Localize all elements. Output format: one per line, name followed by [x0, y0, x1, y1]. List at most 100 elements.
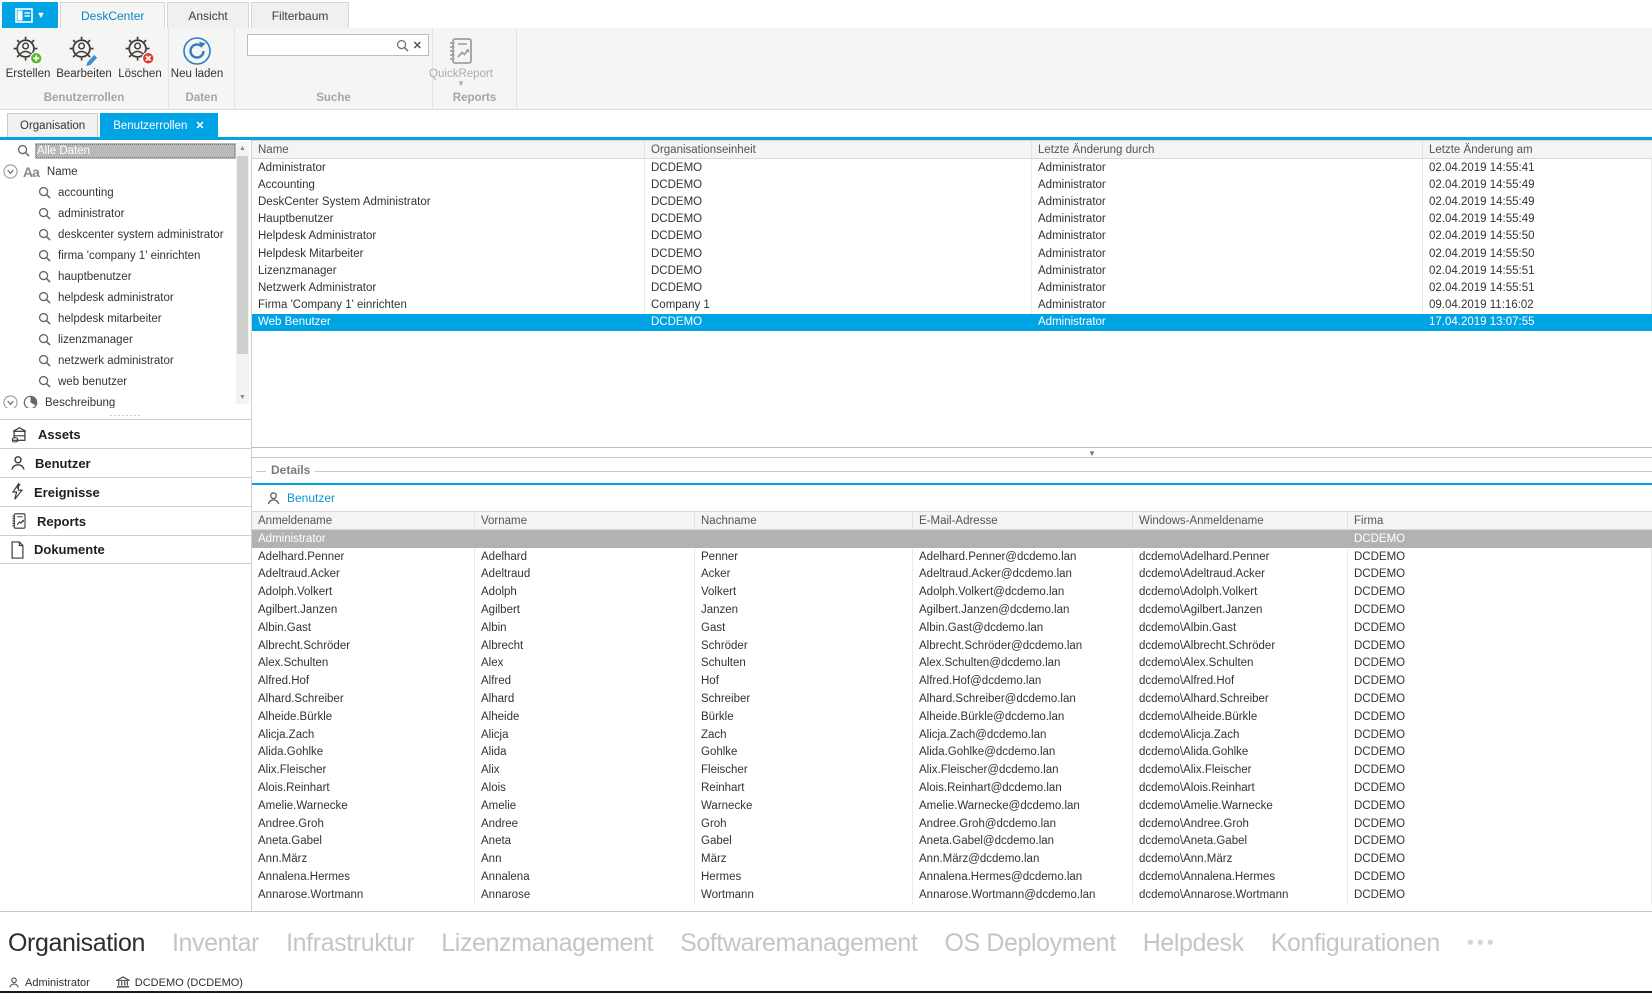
scroll-up-arrow-icon[interactable]: ▲ [236, 142, 249, 155]
module-nav-organisation[interactable]: Organisation [8, 929, 145, 958]
module-nav-os-deployment[interactable]: OS Deployment [944, 929, 1115, 958]
table-row[interactable]: Albin.GastAlbinGastAlbin.Gast@dcdemo.lan… [252, 619, 1652, 637]
tree-item-accounting[interactable]: accounting [0, 182, 236, 203]
ribbon-tab-filterbaum[interactable]: Filterbaum [251, 2, 350, 28]
expand-icon[interactable] [3, 164, 18, 179]
quickreport-button[interactable]: QuickReport▼ [433, 30, 489, 92]
group-row[interactable]: AdministratorDCDEMO [252, 530, 1652, 548]
neu-laden-button[interactable]: Neu laden [169, 30, 225, 92]
column-header-letzte-nderung-durch[interactable]: Letzte Änderung durch [1032, 141, 1423, 158]
module-nav-softwaremanagement[interactable]: Softwaremanagement [680, 929, 917, 958]
doc-tab-organisation[interactable]: Organisation [7, 113, 98, 137]
app-menu-button[interactable]: ▼ [2, 2, 58, 28]
sidebar-item-ereignisse[interactable]: Ereignisse [0, 477, 251, 506]
tree-item-lizenzmanager[interactable]: lizenzmanager [0, 329, 236, 350]
bearbeiten-button[interactable]: Bearbeiten [56, 30, 112, 92]
table-row[interactable]: Alicja.ZachAlicjaZachAlicja.Zach@dcdemo.… [252, 726, 1652, 744]
clear-search-icon[interactable]: ✕ [411, 39, 424, 52]
tree-item-deskcenter-system-administrator[interactable]: deskcenter system administrator [0, 224, 236, 245]
cell: DeskCenter System Administrator [252, 193, 645, 210]
module-nav-overflow[interactable]: ••• [1467, 932, 1497, 955]
details-splitter[interactable]: ▼ [252, 447, 1652, 458]
column-header-anmeldename[interactable]: Anmeldename [252, 512, 475, 529]
module-nav-infrastruktur[interactable]: Infrastruktur [286, 929, 414, 958]
table-row[interactable]: Ann.MärzAnnMärzAnn.März@dcdemo.landcdemo… [252, 850, 1652, 868]
column-header-e-mail-adresse[interactable]: E-Mail-Adresse [913, 512, 1133, 529]
löschen-button[interactable]: Löschen [112, 30, 168, 92]
table-row[interactable]: Aneta.GabelAnetaGabelAneta.Gabel@dcdemo.… [252, 833, 1652, 851]
search-icon[interactable] [394, 39, 411, 52]
doc-tab-benutzerrollen[interactable]: Benutzerrollen✕ [100, 113, 217, 137]
ribbon-toolbar: Erstellen Bearbeiten LöschenBenutzerroll… [0, 28, 1652, 110]
table-row[interactable]: AdministratorDCDEMOAdministrator02.04.20… [252, 159, 1652, 176]
table-row[interactable]: HauptbenutzerDCDEMOAdministrator02.04.20… [252, 211, 1652, 228]
tree-item-web-benutzer[interactable]: web benutzer [0, 371, 236, 392]
panel-splitter[interactable]: ········ [0, 410, 251, 419]
table-row[interactable]: Albrecht.SchröderAlbrechtSchröderAlbrech… [252, 637, 1652, 655]
table-row[interactable]: Adeltraud.AckerAdeltraudAckerAdeltraud.A… [252, 566, 1652, 584]
column-header-organisationseinheit[interactable]: Organisationseinheit [645, 141, 1032, 158]
table-row[interactable]: Helpdesk MitarbeiterDCDEMOAdministrator0… [252, 245, 1652, 262]
tree-item-helpdesk-administrator[interactable]: helpdesk administrator [0, 287, 236, 308]
table-row[interactable]: Firma 'Company 1' einrichtenCompany 1Adm… [252, 297, 1652, 314]
table-row[interactable]: AccountingDCDEMOAdministrator02.04.2019 … [252, 176, 1652, 193]
module-nav-konfigurationen[interactable]: Konfigurationen [1271, 929, 1440, 958]
sidebar-item-benutzer[interactable]: Benutzer [0, 448, 251, 477]
sidebar-item-assets[interactable]: Assets [0, 419, 251, 448]
table-row[interactable]: Helpdesk AdministratorDCDEMOAdministrato… [252, 228, 1652, 245]
ribbon-search-input[interactable] [252, 39, 394, 51]
table-row[interactable]: DeskCenter System AdministratorDCDEMOAdm… [252, 193, 1652, 210]
tree-item-firma-company-1-einrichten[interactable]: firma 'company 1' einrichten [0, 245, 236, 266]
tree-item-alle-daten[interactable]: Alle Daten [0, 140, 236, 161]
table-row[interactable]: LizenzmanagerDCDEMOAdministrator02.04.20… [252, 262, 1652, 279]
table-row[interactable]: Alfred.HofAlfredHofAlfred.Hof@dcdemo.lan… [252, 672, 1652, 690]
table-row[interactable]: Andree.GrohAndreeGrohAndree.Groh@dcdemo.… [252, 815, 1652, 833]
tree-item-name[interactable]: AaName [0, 161, 236, 182]
splitter-collapse-icon[interactable]: ▼ [1088, 449, 1096, 458]
table-row[interactable]: Alida.GohlkeAlidaGohlkeAlida.Gohlke@dcde… [252, 744, 1652, 762]
table-row[interactable]: Alois.ReinhartAloisReinhartAlois.Reinhar… [252, 779, 1652, 797]
module-nav-lizenzmanagement[interactable]: Lizenzmanagement [441, 929, 653, 958]
user-icon [8, 976, 20, 989]
column-header-nachname[interactable]: Nachname [695, 512, 913, 529]
column-header-firma[interactable]: Firma [1348, 512, 1652, 529]
tree-item-administrator[interactable]: administrator [0, 203, 236, 224]
tree-item-hauptbenutzer[interactable]: hauptbenutzer [0, 266, 236, 287]
module-nav-helpdesk[interactable]: Helpdesk [1143, 929, 1244, 958]
tree-item-helpdesk-mitarbeiter[interactable]: helpdesk mitarbeiter [0, 308, 236, 329]
table-row[interactable]: Amelie.WarneckeAmelieWarneckeAmelie.Warn… [252, 797, 1652, 815]
details-tab-benutzer[interactable]: Benutzer [252, 485, 1652, 511]
scroll-down-arrow-icon[interactable]: ▼ [236, 391, 249, 404]
cell: Alida.Gohlke [252, 744, 475, 762]
filter-tree: Alle DatenAaNameaccountingadministratord… [0, 140, 236, 408]
cell: Gohlke [695, 744, 913, 762]
column-header-vorname[interactable]: Vorname [475, 512, 695, 529]
tree-item-beschreibung[interactable]: Beschreibung [0, 392, 236, 408]
table-row[interactable]: Alhard.SchreiberAlhardSchreiberAlhard.Sc… [252, 690, 1652, 708]
tree-item-netzwerk-administrator[interactable]: netzwerk administrator [0, 350, 236, 371]
sidebar-item-dokumente[interactable]: Dokumente [0, 535, 251, 564]
module-nav-inventar[interactable]: Inventar [172, 929, 259, 958]
table-row[interactable]: Web BenutzerDCDEMOAdministrator17.04.201… [252, 314, 1652, 331]
table-row[interactable]: Adelhard.PennerAdelhardPennerAdelhard.Pe… [252, 548, 1652, 566]
expand-icon[interactable] [3, 395, 18, 408]
table-row[interactable]: Annalena.HermesAnnalenaHermesAnnalena.He… [252, 868, 1652, 886]
column-header-letzte-nderung-am[interactable]: Letzte Änderung am [1423, 141, 1652, 158]
close-tab-icon[interactable]: ✕ [195, 119, 204, 132]
table-row[interactable]: Alheide.BürkleAlheideBürkleAlheide.Bürkl… [252, 708, 1652, 726]
scrollbar-thumb[interactable] [237, 156, 248, 354]
table-row[interactable]: Alix.FleischerAlixFleischerAlix.Fleische… [252, 761, 1652, 779]
table-row[interactable]: Agilbert.JanzenAgilbertJanzenAgilbert.Ja… [252, 601, 1652, 619]
table-row[interactable]: Annarose.WortmannAnnaroseWortmannAnnaros… [252, 886, 1652, 904]
erstellen-button[interactable]: Erstellen [0, 30, 56, 92]
sidebar-item-reports[interactable]: Reports [0, 506, 251, 535]
ribbon-tab-ansicht[interactable]: Ansicht [167, 2, 248, 28]
tree-scrollbar[interactable]: ▲ ▼ [236, 142, 249, 404]
details-tab-label[interactable]: Benutzer [287, 491, 335, 505]
ribbon-tab-deskcenter[interactable]: DeskCenter [60, 2, 165, 28]
column-header-name[interactable]: Name [252, 141, 645, 158]
column-header-windows-anmeldename[interactable]: Windows-Anmeldename [1133, 512, 1348, 529]
table-row[interactable]: Netzwerk AdministratorDCDEMOAdministrato… [252, 279, 1652, 296]
table-row[interactable]: Alex.SchultenAlexSchultenAlex.Schulten@d… [252, 655, 1652, 673]
table-row[interactable]: Adolph.VolkertAdolphVolkertAdolph.Volker… [252, 583, 1652, 601]
